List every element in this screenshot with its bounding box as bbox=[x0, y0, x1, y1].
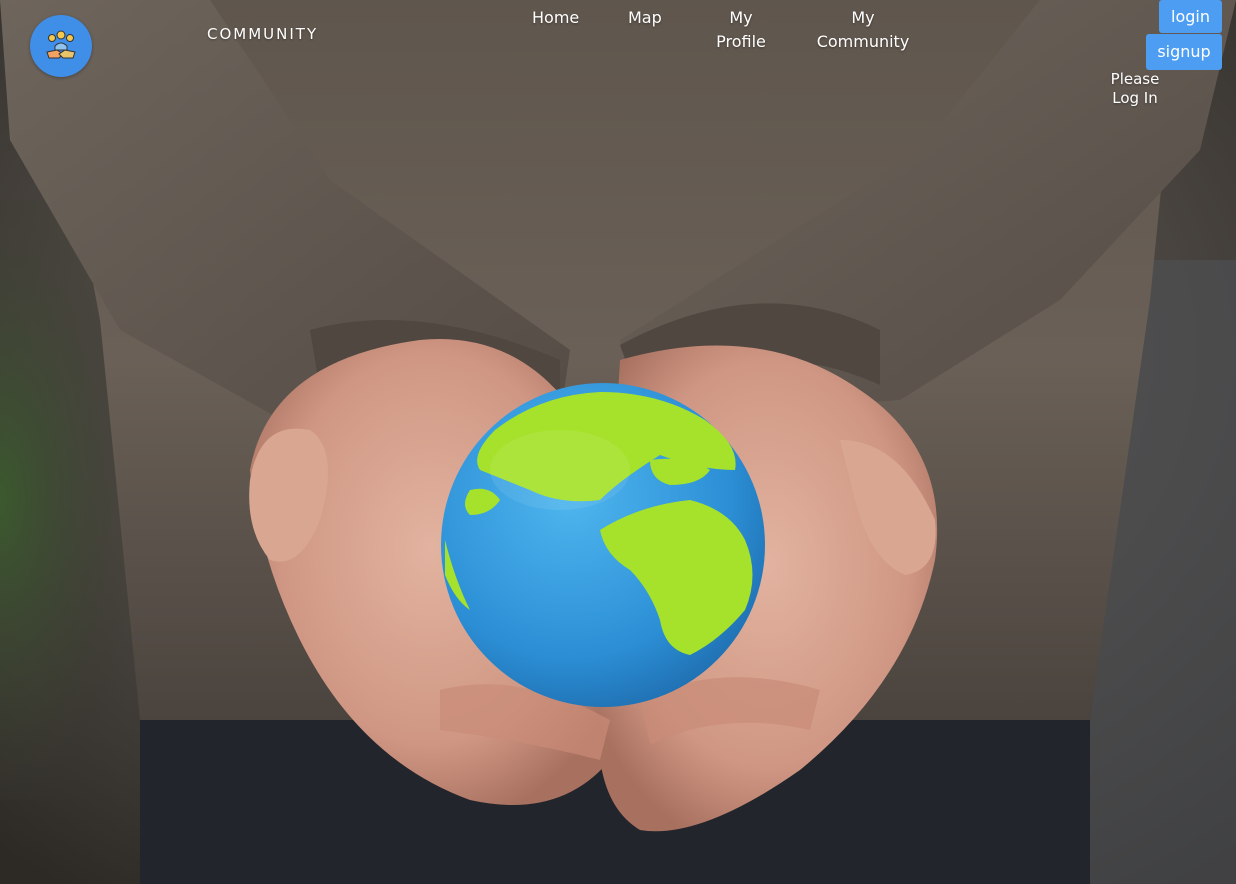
login-status-line2: Log In bbox=[1112, 89, 1158, 107]
community-handshake-icon bbox=[40, 25, 82, 67]
page: COMMUNITY Home Map My Profile My Communi… bbox=[0, 0, 1236, 884]
login-status-line1: Please bbox=[1110, 70, 1160, 88]
nav-my-community-link[interactable]: My Community bbox=[812, 6, 914, 54]
community-logo[interactable] bbox=[30, 15, 92, 77]
nav-map-link[interactable]: Map bbox=[628, 6, 662, 30]
nav-home-link[interactable]: Home bbox=[532, 6, 579, 30]
login-button[interactable]: login bbox=[1159, 0, 1222, 33]
nav-my-profile-label-line1: My bbox=[729, 8, 753, 27]
login-status-message: Please Log In bbox=[1104, 70, 1166, 108]
signup-button[interactable]: signup bbox=[1146, 34, 1222, 70]
brand-name: COMMUNITY bbox=[207, 25, 319, 43]
nav-my-community-label-line1: My bbox=[851, 8, 875, 27]
hero-background-image bbox=[0, 0, 1236, 884]
nav-my-profile-label-line2: Profile bbox=[716, 32, 766, 51]
nav-my-profile-link[interactable]: My Profile bbox=[706, 6, 776, 54]
nav-my-community-label-line2: Community bbox=[816, 32, 910, 51]
